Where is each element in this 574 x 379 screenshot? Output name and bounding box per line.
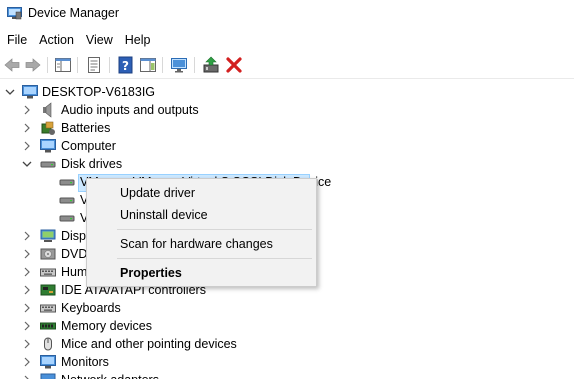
dvd-drive-icon	[40, 246, 56, 262]
mouse-icon	[40, 336, 56, 352]
console-tree-icon[interactable]	[53, 55, 73, 75]
tree-item-label: Memory devices	[61, 319, 152, 333]
tree-item-label: Hum	[61, 265, 88, 279]
help-icon[interactable]: ?	[116, 55, 136, 75]
tree-item-label: Disk drives	[61, 157, 123, 171]
tree-item-label: Mice and other pointing devices	[61, 337, 237, 351]
display-adapter-icon	[40, 228, 56, 244]
toolbar-separator	[47, 57, 48, 73]
expand-chevron-right-icon[interactable]	[21, 353, 33, 371]
menu-file[interactable]: File	[0, 30, 33, 50]
menu-separator	[117, 258, 312, 259]
tree-item-label: Disp	[61, 229, 87, 243]
menu-item-label: Update driver	[120, 186, 196, 200]
tree-item-display-adapters[interactable]: Disp	[0, 227, 86, 245]
menu-item-scan-hardware[interactable]: Scan for hardware changes	[88, 233, 315, 255]
speaker-icon	[40, 102, 56, 118]
keyboard-icon	[40, 300, 56, 316]
monitor-icon	[40, 354, 56, 370]
title-bar: Device Manager	[0, 0, 574, 28]
hid-icon	[40, 264, 56, 280]
tree-item-label: DVD	[61, 247, 88, 261]
menu-separator	[117, 229, 312, 230]
expand-chevron-right-icon[interactable]	[21, 101, 33, 119]
menu-item-label: Uninstall device	[120, 208, 208, 222]
expand-chevron-right-icon[interactable]	[21, 227, 33, 245]
menu-view[interactable]: View	[80, 30, 119, 50]
back-arrow-icon[interactable]	[2, 55, 22, 75]
tree-item-computer[interactable]: Computer	[0, 137, 574, 155]
tree-item-dvd[interactable]: DVD	[0, 245, 88, 263]
memory-icon	[40, 318, 56, 334]
computer-root-icon	[22, 84, 38, 100]
expand-chevron-right-icon[interactable]	[21, 245, 33, 263]
expand-chevron-right-icon[interactable]	[21, 263, 33, 281]
menu-item-update-driver[interactable]: Update driver	[88, 182, 315, 204]
svg-text:?: ?	[122, 59, 129, 73]
scan-hardware-monitor-icon[interactable]	[169, 55, 189, 75]
tree-item-label: Monitors	[61, 355, 109, 369]
tree-item-label: Computer	[61, 139, 116, 153]
toolbar-separator	[162, 57, 163, 73]
uninstall-x-icon[interactable]	[224, 55, 244, 75]
expand-chevron-right-icon[interactable]	[21, 281, 33, 299]
expand-chevron-right-icon[interactable]	[21, 299, 33, 317]
tree-item-audio[interactable]: Audio inputs and outputs	[0, 101, 574, 119]
expand-chevron-down-icon[interactable]	[21, 155, 33, 173]
menu-item-properties[interactable]: Properties	[88, 262, 315, 284]
device-manager-app-icon	[7, 7, 22, 20]
tree-item-keyboards[interactable]: Keyboards	[0, 299, 574, 317]
menu-item-label: Scan for hardware changes	[120, 237, 273, 251]
tree-item-disk-drives[interactable]: Disk drives	[0, 155, 574, 173]
window-title: Device Manager	[28, 6, 120, 20]
tree-item-label: Network adapters	[61, 371, 159, 379]
menu-item-label: Properties	[120, 266, 182, 280]
menu-item-uninstall-device[interactable]: Uninstall device	[88, 204, 315, 226]
update-driver-icon[interactable]	[201, 55, 221, 75]
computer-icon	[40, 138, 56, 154]
context-menu: Update driver Uninstall device Scan for …	[86, 178, 317, 287]
network-icon	[40, 372, 56, 379]
toolbar: ?	[0, 52, 574, 79]
properties-icon[interactable]	[84, 55, 104, 75]
forward-arrow-icon[interactable]	[23, 55, 43, 75]
menu-help[interactable]: Help	[119, 30, 157, 50]
menu-action[interactable]: Action	[33, 30, 80, 50]
expand-chevron-right-icon[interactable]	[21, 371, 33, 379]
tree-item-label: Keyboards	[61, 301, 121, 315]
tree-item-mice[interactable]: Mice and other pointing devices	[0, 335, 574, 353]
tree-item-network[interactable]: Network adapters	[0, 371, 574, 379]
tree-item-monitors[interactable]: Monitors	[0, 353, 574, 371]
expand-chevron-right-icon[interactable]	[21, 335, 33, 353]
expand-chevron-right-icon[interactable]	[21, 317, 33, 335]
expand-chevron-right-icon[interactable]	[21, 137, 33, 155]
action-pane-icon[interactable]	[138, 55, 158, 75]
menu-bar: File Action View Help	[0, 30, 157, 50]
expand-chevron-right-icon[interactable]	[21, 119, 33, 137]
disk-drive-icon	[59, 174, 75, 190]
toolbar-separator	[77, 57, 78, 73]
tree-root[interactable]: DESKTOP-V6183IG	[0, 83, 574, 101]
tree-item-disk-child[interactable]: V	[0, 191, 88, 209]
tree-item-batteries[interactable]: Batteries	[0, 119, 574, 137]
tree-item-label: Batteries	[61, 121, 111, 135]
disk-drive-icon	[59, 210, 75, 226]
tree-item-memory[interactable]: Memory devices	[0, 317, 574, 335]
tree-root-label: DESKTOP-V6183IG	[42, 85, 156, 99]
tree-item-label: Audio inputs and outputs	[61, 103, 199, 117]
tree-item-disk-child[interactable]: V	[0, 209, 88, 227]
disk-drive-icon	[59, 192, 75, 208]
tree-item-hid[interactable]: Hum	[0, 263, 88, 281]
battery-icon	[40, 120, 56, 136]
ide-controller-icon	[40, 282, 56, 298]
expand-chevron-down-icon[interactable]	[4, 83, 16, 101]
disk-drive-icon	[40, 156, 56, 172]
toolbar-separator	[109, 57, 110, 73]
toolbar-separator	[194, 57, 195, 73]
